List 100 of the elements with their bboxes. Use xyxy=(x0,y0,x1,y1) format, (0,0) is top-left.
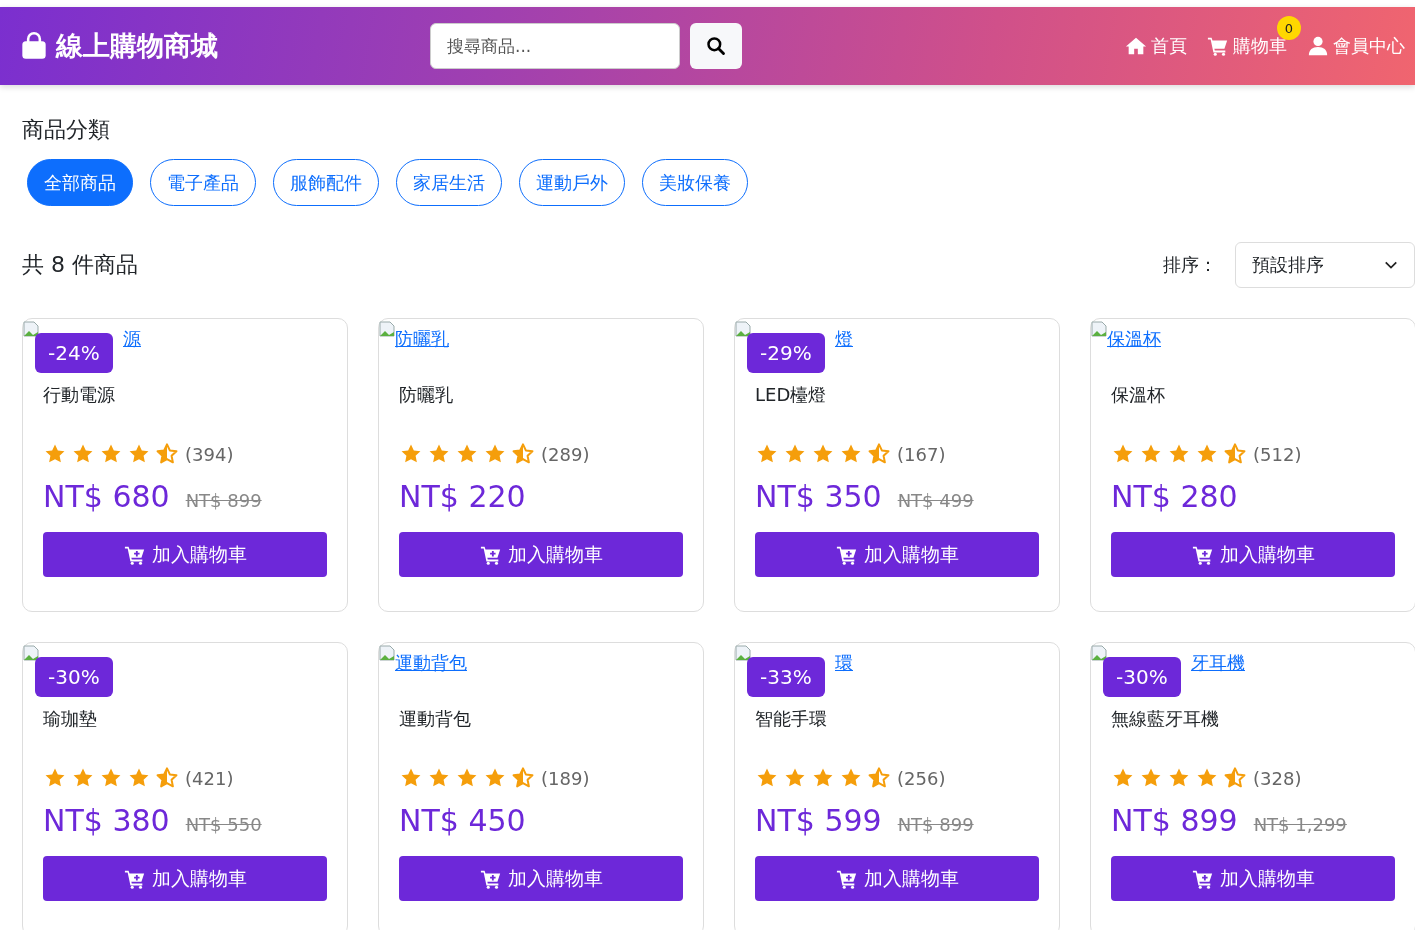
original-price: NT$ 899 xyxy=(185,490,262,511)
product-price: NT$ 599 xyxy=(755,803,882,838)
star-icon xyxy=(43,443,67,465)
add-to-cart-button[interactable]: 加入購物車 xyxy=(1111,856,1395,901)
original-price: NT$ 550 xyxy=(185,814,262,835)
product-image-link[interactable]: 保溫杯 xyxy=(1107,327,1161,351)
category-pill[interactable]: 家居生活 xyxy=(396,159,502,206)
star-icon xyxy=(1195,443,1219,465)
star-icon xyxy=(427,443,451,465)
product-price: NT$ 899 xyxy=(1111,803,1238,838)
add-to-cart-button[interactable]: 加入購物車 xyxy=(1111,532,1395,577)
star-icon xyxy=(1223,767,1247,789)
section-title: 商品分類 xyxy=(22,116,111,144)
search-field[interactable]: 搜尋商品... xyxy=(430,23,680,69)
star-icon xyxy=(1223,443,1247,465)
original-price: NT$ 899 xyxy=(897,814,974,835)
star-icon xyxy=(1167,767,1191,789)
product-name: 保溫杯 xyxy=(1111,383,1166,407)
original-price: NT$ 499 xyxy=(897,490,974,511)
shopping-bag-icon xyxy=(20,31,48,61)
star-icon xyxy=(1139,767,1163,789)
add-to-cart-button[interactable]: 加入購物車 xyxy=(755,532,1039,577)
star-icon xyxy=(1139,443,1163,465)
broken-image-icon xyxy=(379,645,395,661)
product-image-link[interactable]: 源 xyxy=(123,327,141,351)
broken-image-icon xyxy=(1091,645,1107,661)
product-price: NT$ 380 xyxy=(43,803,170,838)
star-icon xyxy=(839,767,863,789)
product-name: 行動電源 xyxy=(43,383,116,407)
review-count: (189) xyxy=(541,767,590,789)
category-pill[interactable]: 電子產品 xyxy=(150,159,256,206)
add-to-cart-button[interactable]: 加入購物車 xyxy=(755,856,1039,901)
product-name: 智能手環 xyxy=(755,707,828,731)
product-image-link[interactable]: 防曬乳 xyxy=(395,327,449,351)
star-icon xyxy=(99,443,123,465)
star-icon xyxy=(155,443,179,465)
add-to-cart-button[interactable]: 加入購物車 xyxy=(43,532,327,577)
star-icon xyxy=(399,767,423,789)
star-icon xyxy=(127,443,151,465)
discount-badge: -33% xyxy=(747,657,825,697)
product-count: 共 8 件商品 xyxy=(22,251,138,279)
star-icon xyxy=(1111,767,1135,789)
star-icon xyxy=(43,767,67,789)
product-image-link[interactable]: 運動背包 xyxy=(395,651,467,675)
star-icon xyxy=(811,767,835,789)
star-icon xyxy=(455,443,479,465)
product-name: LED檯燈 xyxy=(755,383,828,407)
sort-dropdown[interactable]: 預設排序 xyxy=(1235,242,1415,288)
nav-link[interactable]: 會員中心 xyxy=(1307,34,1405,58)
review-count: (512) xyxy=(1253,443,1302,465)
cart-icon xyxy=(1207,35,1229,57)
product-image-link[interactable]: 環 xyxy=(835,651,853,675)
product-name: 運動背包 xyxy=(399,707,472,731)
star-icon xyxy=(511,443,535,465)
search-button[interactable] xyxy=(690,23,742,69)
star-icon xyxy=(99,767,123,789)
product-price: NT$ 680 xyxy=(43,479,170,514)
review-count: (328) xyxy=(1253,767,1302,789)
discount-badge: -24% xyxy=(35,333,113,373)
product-price: NT$ 220 xyxy=(399,479,526,514)
star-icon xyxy=(1111,443,1135,465)
star-icon xyxy=(1167,443,1191,465)
add-to-cart-button[interactable]: 加入購物車 xyxy=(399,856,683,901)
original-price: NT$ 1,299 xyxy=(1253,814,1347,835)
product-name: 瑜珈墊 xyxy=(43,707,98,731)
review-count: (167) xyxy=(897,443,946,465)
star-icon xyxy=(511,767,535,789)
product-price: NT$ 280 xyxy=(1111,479,1238,514)
star-icon xyxy=(483,443,507,465)
star-icon xyxy=(783,443,807,465)
category-pill[interactable]: 全部商品 xyxy=(27,159,133,206)
star-icon xyxy=(127,767,151,789)
broken-image-icon xyxy=(735,645,751,661)
star-icon xyxy=(755,767,779,789)
broken-image-icon xyxy=(735,321,751,337)
broken-image-icon xyxy=(23,321,39,337)
add-to-cart-button[interactable]: 加入購物車 xyxy=(43,856,327,901)
star-icon xyxy=(399,443,423,465)
category-pill[interactable]: 服飾配件 xyxy=(273,159,379,206)
review-count: (394) xyxy=(185,443,234,465)
product-image-link[interactable]: 牙耳機 xyxy=(1191,651,1245,675)
product-price: NT$ 450 xyxy=(399,803,526,838)
review-count: (256) xyxy=(897,767,946,789)
star-icon xyxy=(155,767,179,789)
broken-image-icon xyxy=(23,645,39,661)
star-icon xyxy=(839,443,863,465)
user-icon xyxy=(1307,35,1329,57)
add-to-cart-button[interactable]: 加入購物車 xyxy=(399,532,683,577)
product-image-link[interactable]: 燈 xyxy=(835,327,853,351)
review-count: (421) xyxy=(185,767,234,789)
sort-label: 排序： xyxy=(1163,253,1217,277)
site-logo[interactable]: 線上購物商城 xyxy=(56,28,218,64)
category-pill[interactable]: 美妝保養 xyxy=(642,159,748,206)
product-price: NT$ 350 xyxy=(755,479,882,514)
review-count: (289) xyxy=(541,443,590,465)
star-icon xyxy=(483,767,507,789)
star-icon xyxy=(867,767,891,789)
category-pill[interactable]: 運動戶外 xyxy=(519,159,625,206)
nav-link[interactable]: 首頁 xyxy=(1125,34,1187,58)
star-icon xyxy=(455,767,479,789)
